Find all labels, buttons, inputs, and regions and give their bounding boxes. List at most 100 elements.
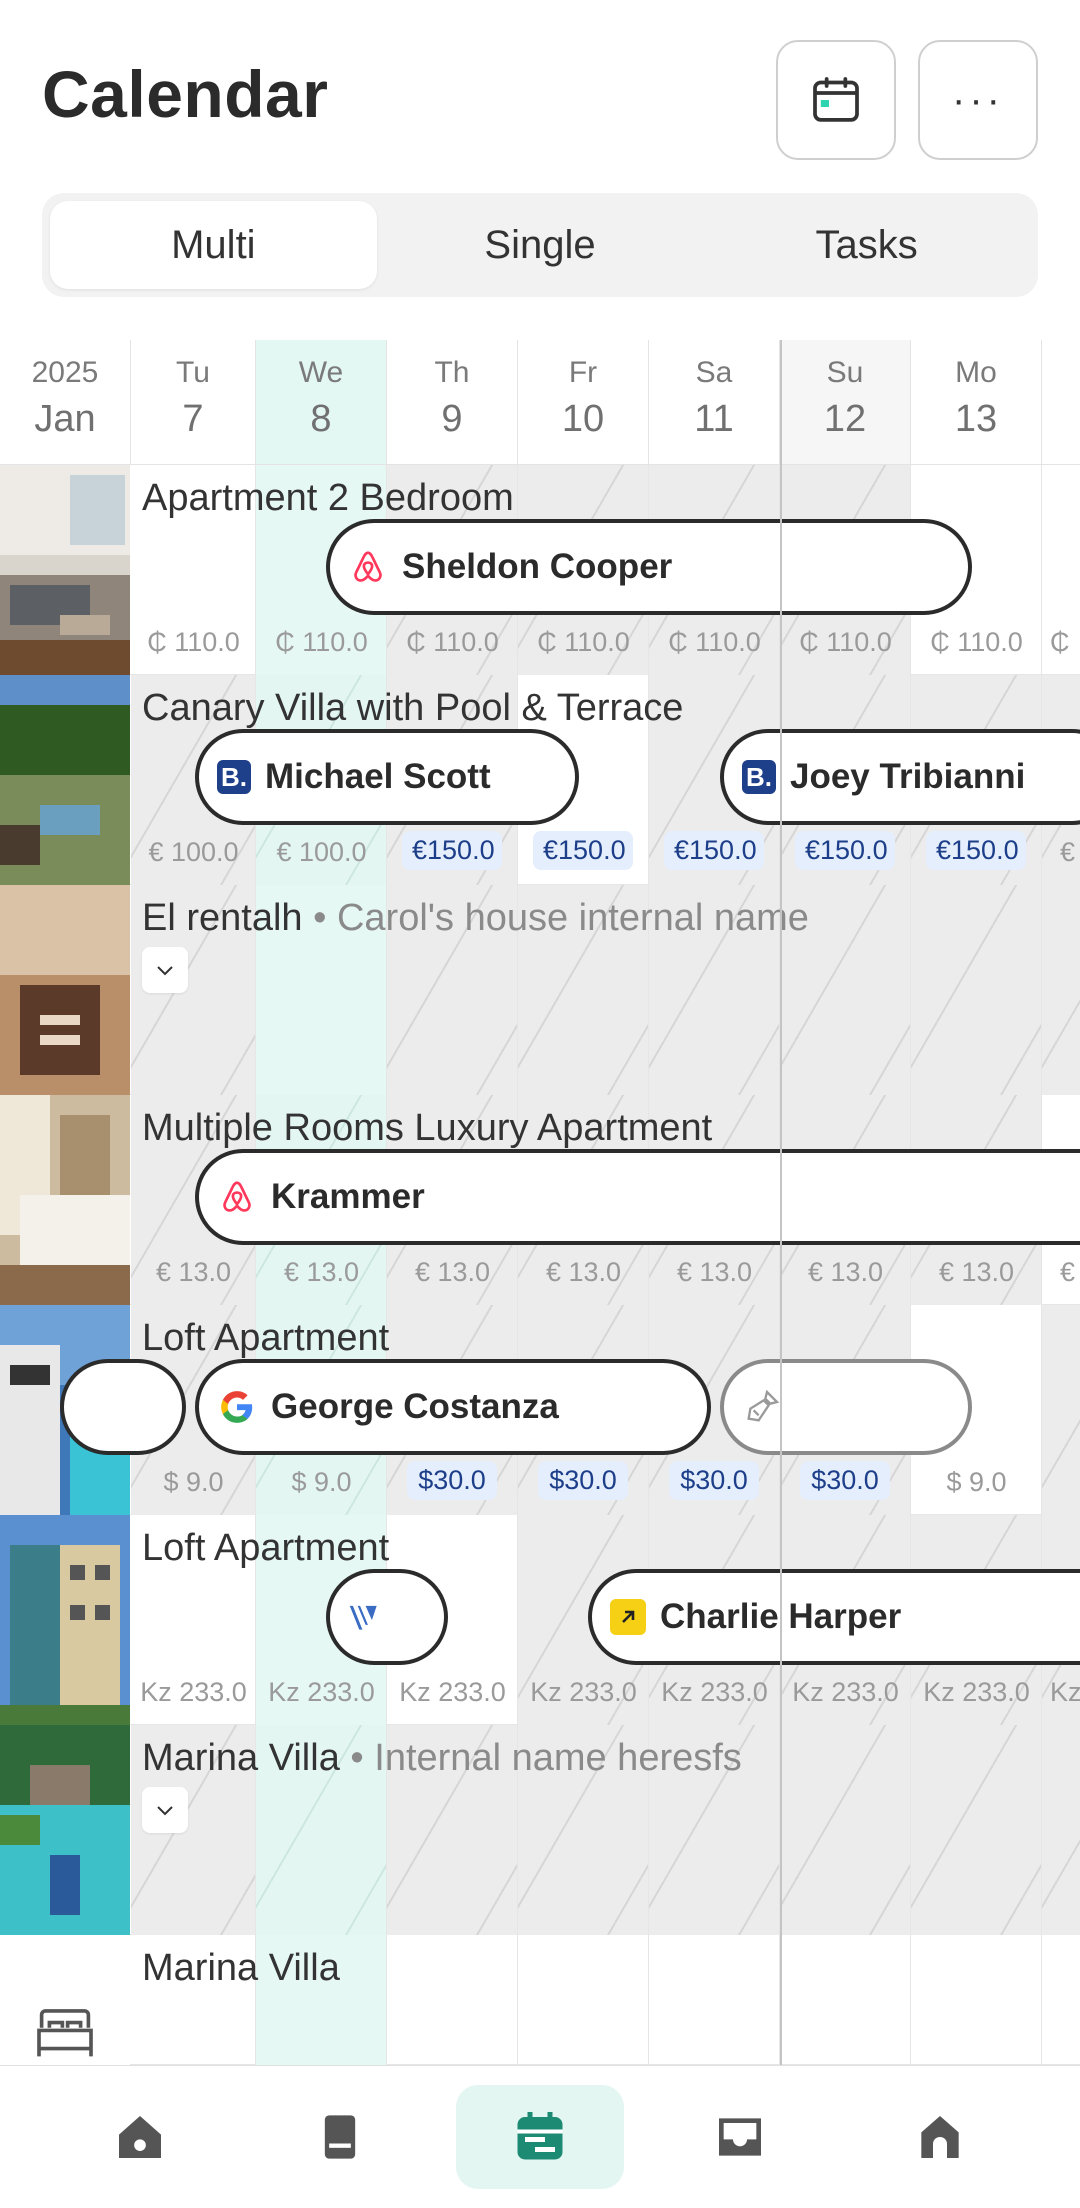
guest-name: Michael Scott xyxy=(265,757,491,796)
property-icon xyxy=(921,2116,959,2158)
calendar-icon xyxy=(517,2112,563,2160)
listing-photo[interactable] xyxy=(0,465,130,675)
tab-multi[interactable]: Multi xyxy=(50,201,377,289)
internal-name: • Internal name heresfs xyxy=(350,1737,742,1779)
listing-photo[interactable] xyxy=(0,885,130,1095)
day-cell[interactable] xyxy=(1042,1305,1080,1515)
direct-icon xyxy=(610,1599,646,1635)
nav-bookings[interactable] xyxy=(256,2085,424,2189)
expand-button[interactable] xyxy=(142,947,188,993)
expand-button[interactable] xyxy=(142,1787,188,1833)
nightly-price: €150.0 xyxy=(795,831,895,870)
vrbo-icon xyxy=(344,1597,384,1637)
listing-row: El rentalh • Carol's house internal name xyxy=(0,885,1080,1095)
day-cell[interactable] xyxy=(1042,1935,1080,2065)
more-button[interactable]: ··· xyxy=(918,40,1038,160)
nightly-price: $ 9.0 xyxy=(946,1467,1007,1497)
day-cell[interactable] xyxy=(911,885,1042,1095)
reservation-pill[interactable] xyxy=(326,1569,448,1665)
nightly-price: ₵ 110.0 xyxy=(406,627,499,657)
day-header[interactable]: Mo 13 xyxy=(911,340,1042,465)
nightly-price: €150.0 xyxy=(664,831,764,870)
listing-name: Marina Villa xyxy=(142,1737,340,1779)
book-icon xyxy=(324,2115,356,2159)
listing-photo-placeholder[interactable] xyxy=(0,1935,130,2065)
day-cell[interactable] xyxy=(780,1935,911,2065)
day-header[interactable]: Sa 11 xyxy=(649,340,780,465)
listing-photo[interactable] xyxy=(0,675,130,885)
reservation-pill[interactable]: George Costanza xyxy=(195,1359,711,1455)
reservation-pill[interactable]: Krammer xyxy=(195,1149,1080,1245)
day-header[interactable]: Tu 7 xyxy=(131,340,256,465)
day-number: 8 xyxy=(310,398,332,440)
day-cell[interactable] xyxy=(911,1935,1042,2065)
day-number: 7 xyxy=(182,398,204,440)
nightly-price: € 13.0 xyxy=(283,1257,360,1287)
listing-title[interactable]: Marina Villa xyxy=(142,1947,340,1990)
day-cell[interactable] xyxy=(1042,885,1080,1095)
nav-properties[interactable] xyxy=(856,2085,1024,2189)
guest-name: Sheldon Cooper xyxy=(402,547,673,586)
listing-photo[interactable] xyxy=(0,1095,130,1305)
reservation-pill[interactable]: Sheldon Cooper xyxy=(326,519,972,615)
day-cell[interactable] xyxy=(387,1935,518,2065)
nav-inbox[interactable] xyxy=(656,2085,824,2189)
nav-home[interactable] xyxy=(56,2085,224,2189)
day-of-week: Su xyxy=(826,356,864,389)
tab-single[interactable]: Single xyxy=(377,201,704,289)
cleaning-icon xyxy=(742,1387,782,1427)
booking-icon: B. xyxy=(742,760,776,794)
listing-row: Loft Apartment $ 9.0 $ 9.0 $30.0 $30.0 $… xyxy=(0,1305,1080,1515)
reservation-pill[interactable]: B. Michael Scott xyxy=(195,729,579,825)
nightly-price: €150.0 xyxy=(533,831,633,870)
nightly-price: € 13.0 xyxy=(155,1257,232,1287)
day-cell[interactable] xyxy=(518,1935,649,2065)
nightly-price: € 100.0 xyxy=(276,837,367,867)
day-of-week: We xyxy=(298,356,344,389)
reservation-pill[interactable] xyxy=(60,1359,186,1455)
nightly-price: € 100.0 xyxy=(148,837,239,867)
nightly-price: Kz xyxy=(1050,1677,1080,1707)
listing-title[interactable]: Multiple Rooms Luxury Apartment xyxy=(142,1107,712,1150)
day-of-week: Th xyxy=(434,356,470,389)
day-number: 11 xyxy=(694,398,734,440)
cleaning-task-pill[interactable] xyxy=(720,1359,972,1455)
reservation-pill[interactable]: Charlie Harper xyxy=(588,1569,1080,1665)
listing-title[interactable]: Loft Apartment xyxy=(142,1317,389,1360)
nav-calendar[interactable] xyxy=(456,2085,624,2189)
nightly-price: €150.0 xyxy=(926,831,1026,870)
nightly-price: $30.0 xyxy=(800,1461,890,1500)
day-header[interactable]: Fr 10 xyxy=(518,340,649,465)
listing-photo[interactable] xyxy=(0,1515,130,1725)
listing-photo[interactable] xyxy=(0,1725,130,1935)
reservation-pill[interactable]: B. Joey Tribianni xyxy=(720,729,1080,825)
listing-title[interactable]: Loft Apartment xyxy=(142,1527,389,1570)
listing-row: Apartment 2 Bedroom ₵ 110.0 ₵ 110.0 ₵ 11… xyxy=(0,465,1080,675)
chevron-down-icon xyxy=(157,1806,173,1816)
nightly-price: € xyxy=(1060,837,1076,867)
multi-calendar-grid[interactable]: 2025 Jan Tu 7 We 8 Th 9 Fr 10 Sa 11 Su 1… xyxy=(0,340,1080,2065)
day-header[interactable]: Su 12 xyxy=(780,340,911,465)
nightly-price: € 13.0 xyxy=(807,1257,884,1287)
tab-tasks[interactable]: Tasks xyxy=(703,201,1030,289)
year-label: 2025 xyxy=(31,356,99,389)
day-of-week: Sa xyxy=(695,356,733,389)
day-cell[interactable] xyxy=(911,1725,1042,1935)
airbnb-icon xyxy=(217,1177,257,1217)
guest-name: George Costanza xyxy=(271,1387,559,1426)
nightly-price: € 13.0 xyxy=(414,1257,491,1287)
day-header xyxy=(1042,340,1080,465)
listing-title[interactable]: Canary Villa with Pool & Terrace xyxy=(142,687,683,730)
listing-title[interactable]: Marina Villa • Internal name heresfs xyxy=(142,1737,742,1780)
guest-name: Joey Tribianni xyxy=(790,757,1026,796)
day-cell[interactable] xyxy=(780,1725,911,1935)
listing-row: Canary Villa with Pool & Terrace € 100.0… xyxy=(0,675,1080,885)
day-number: 13 xyxy=(954,398,998,440)
listing-title[interactable]: El rentalh • Carol's house internal name xyxy=(142,897,809,940)
day-header-today[interactable]: We 8 xyxy=(256,340,387,465)
calendar-view-button[interactable] xyxy=(776,40,896,160)
listing-title[interactable]: Apartment 2 Bedroom xyxy=(142,477,514,520)
day-header[interactable]: Th 9 xyxy=(387,340,518,465)
day-cell[interactable] xyxy=(649,1935,780,2065)
day-cell[interactable] xyxy=(1042,1725,1080,1935)
